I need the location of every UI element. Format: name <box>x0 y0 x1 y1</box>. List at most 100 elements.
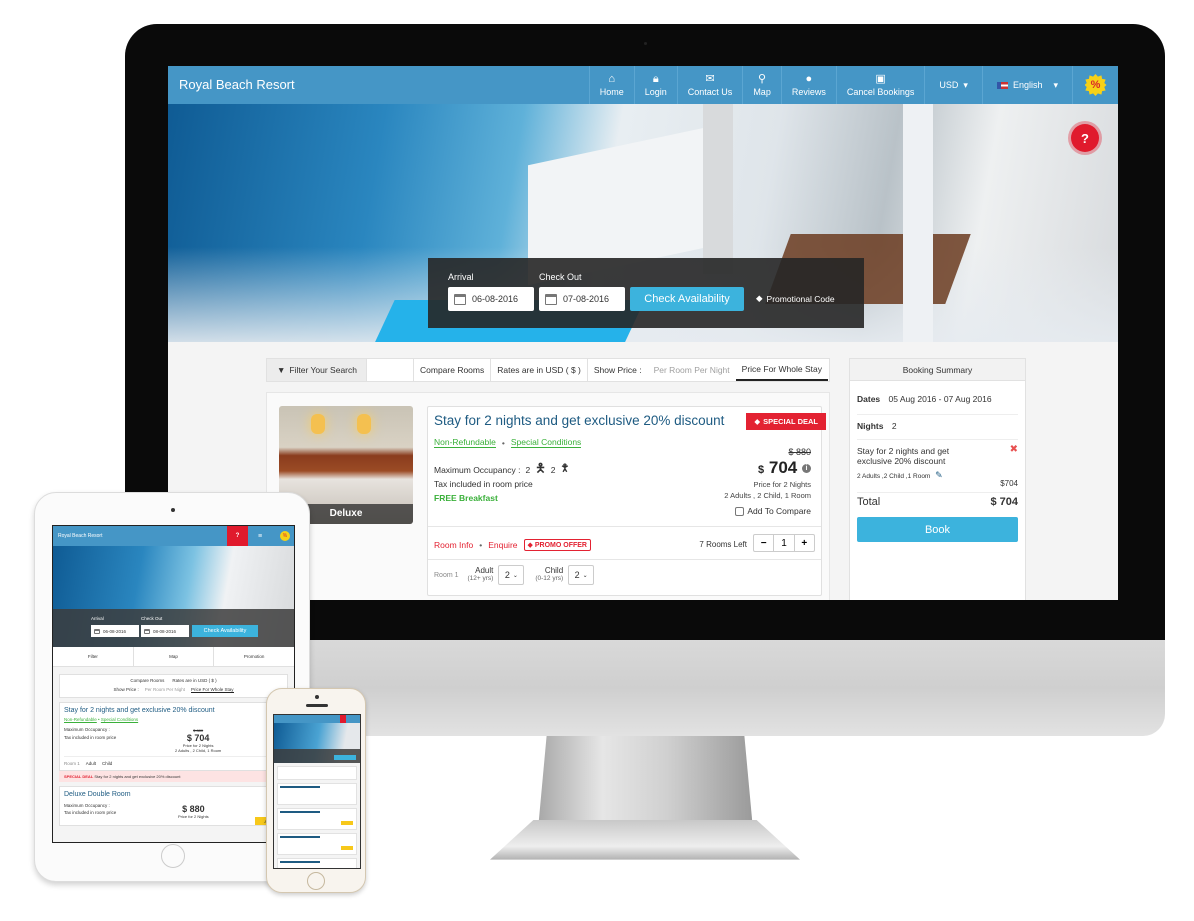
deal-panel: Stay for 2 nights and get exclusive 20% … <box>427 406 826 596</box>
remove-icon[interactable]: ✖ <box>1010 444 1018 455</box>
edit-icon[interactable]: ✎ <box>935 470 943 480</box>
guest-summary: 2 Adults , 2 Child, 1 Room <box>724 491 811 500</box>
tablet-tab-filter[interactable]: Filter <box>53 647 134 666</box>
child-count-select[interactable]: 2 ⌄ <box>568 565 595 585</box>
tablet-room-card: Stay for 2 nights and get exclusive 20% … <box>59 702 288 771</box>
tablet-adult-select[interactable]: Adult <box>86 761 96 766</box>
deal-title[interactable]: Stay for 2 nights and get exclusive 20% … <box>434 413 724 428</box>
room-number-label: Room 1 <box>434 571 459 579</box>
increment-button[interactable]: + <box>795 535 814 551</box>
phone-room-card <box>277 808 357 830</box>
promo-offer-badge[interactable]: ◆ PROMO OFFER <box>523 539 591 551</box>
checkout-date-input[interactable]: 07-08-2016 <box>539 287 625 311</box>
check-availability-button[interactable]: Check Availability <box>630 287 744 311</box>
arrival-date-input[interactable]: 06-08-2016 <box>448 287 534 311</box>
us-flag-icon <box>996 81 1008 89</box>
tablet-tab-per-room[interactable]: Per Room Per Night <box>145 687 185 693</box>
phone-room-title <box>280 836 320 838</box>
imac-stand-foot <box>490 820 800 860</box>
promotional-code-link[interactable]: ◆ Promotional Code <box>756 293 835 304</box>
tablet-brand[interactable]: Royal Beach Resort <box>58 533 102 539</box>
tablet-promo-badge-icon[interactable]: % <box>280 531 290 541</box>
promo-offer-label: PROMO OFFER <box>534 542 587 549</box>
tablet-checkout-value: 08-08-2016 <box>153 628 177 634</box>
rooms-left: 7 Rooms Left <box>699 540 747 549</box>
tablet-special-deal-text: Stay for 2 nights and get exclusive 20% … <box>94 774 181 779</box>
nav-contact-us[interactable]: ✉ Contact Us <box>676 66 743 104</box>
filter-your-search-button[interactable]: ▼ Filter Your Search <box>267 359 367 381</box>
adults-max: 2 <box>525 464 531 475</box>
tablet-tab-map[interactable]: Map <box>134 647 215 666</box>
tax-note: Tax included in room price <box>434 479 533 489</box>
help-button[interactable]: ? <box>1071 124 1099 152</box>
price-block: $ 880 $ 704 i Price for 2 Nights 2 Adult… <box>724 447 811 516</box>
nav-reviews[interactable]: ● Reviews <box>780 66 836 104</box>
nav-cancel-bookings[interactable]: ▣ Cancel Bookings <box>835 66 925 104</box>
room-info-link[interactable]: Room Info <box>434 540 473 550</box>
room-quantity-stepper[interactable]: − 1 + <box>753 534 815 552</box>
tablet-show-price-label: Show Price : <box>113 687 139 692</box>
tablet-tab-whole-stay[interactable]: Price For Whole Stay <box>191 687 234 693</box>
nav-home[interactable]: ⌂ Home <box>588 66 634 104</box>
phone-room-card <box>277 783 357 805</box>
tablet-special-conditions[interactable]: Special Conditions <box>101 717 138 722</box>
quantity-value[interactable]: 1 <box>774 535 795 551</box>
decrement-button[interactable]: − <box>754 535 775 551</box>
desktop-screen: Royal Beach Resort ⌂ Home 🔒︎ Login ✉ Con… <box>168 66 1118 600</box>
imac-camera <box>644 42 647 45</box>
calendar-icon <box>94 628 100 634</box>
rates-currency-label: Rates are in USD ( $ ) <box>491 359 588 381</box>
child-icon: 🯆 <box>560 463 570 474</box>
adult-count-select[interactable]: 2 ⌄ <box>498 565 525 585</box>
hero-pillar-shape <box>703 104 733 274</box>
adult-icon: 🯅 <box>535 461 546 475</box>
enquire-link[interactable]: Enquire <box>488 540 517 550</box>
tablet-checkout-input[interactable]: 08-08-2016 <box>141 625 189 637</box>
nav-label: Map <box>753 87 771 97</box>
tablet-checkout-label: Check Out <box>141 616 163 621</box>
tab-per-room-per-night[interactable]: Per Room Per Night <box>648 359 736 381</box>
compare-rooms-button[interactable]: Compare Rooms <box>414 359 492 381</box>
summary-total: Total $ 704 <box>857 493 1018 511</box>
language-dropdown[interactable]: English ▾ <box>981 66 1072 104</box>
nav-login[interactable]: 🔒︎ Login <box>633 66 677 104</box>
nav-label: Login <box>644 87 667 97</box>
tablet-non-refundable[interactable]: Non-Refundable <box>64 717 97 722</box>
tablet-help-button[interactable]: ? <box>227 526 248 546</box>
dates-value: 05 Aug 2016 - 07 Aug 2016 <box>888 394 992 404</box>
info-icon[interactable]: i <box>802 464 811 474</box>
nav-map[interactable]: ⚲ Map <box>742 66 781 104</box>
phone-screen <box>273 714 361 869</box>
tablet-check-availability-button[interactable]: Check Availability <box>192 625 258 637</box>
promotion-button[interactable]: % <box>1072 66 1118 104</box>
free-breakfast: FREE Breakfast <box>434 493 498 503</box>
adult-count-value: 2 <box>504 570 510 580</box>
nav-menu: ⌂ Home 🔒︎ Login ✉ Contact Us ⚲ Map ● Rev… <box>588 66 1118 104</box>
phone-speaker <box>306 704 328 707</box>
checkout-label: Check Out <box>539 272 582 282</box>
availability-search-box: Arrival Check Out 06-08-2016 07-08-2016 … <box>428 258 864 328</box>
special-conditions-link[interactable]: Special Conditions <box>510 437 582 448</box>
add-to-compare[interactable]: Add To Compare <box>724 506 811 516</box>
tab-price-for-whole-stay[interactable]: Price For Whole Stay <box>735 359 828 381</box>
book-button[interactable]: Book <box>857 517 1018 542</box>
tablet-arrival-input[interactable]: 06-08-2016 <box>91 625 139 637</box>
hamburger-menu-icon[interactable]: ≡ <box>249 526 271 546</box>
children-max: 2 <box>550 464 556 475</box>
compare-checkbox[interactable] <box>735 506 745 516</box>
tablet-room2-title[interactable]: Deluxe Double Room <box>64 791 283 798</box>
tablet-child-select[interactable]: Child <box>102 761 112 766</box>
room-actions: Room Info • Enquire ◆ PROMO OFFER <box>434 539 591 551</box>
tablet-compare-rooms[interactable]: Compare Rooms <box>130 678 164 683</box>
language-value: English <box>1012 80 1043 90</box>
tablet-tab-promotion[interactable]: Promotion <box>214 647 294 666</box>
non-refundable-link[interactable]: Non-Refundable <box>434 437 496 448</box>
tablet-deal-title[interactable]: Stay for 2 nights and get exclusive 20% … <box>64 707 283 714</box>
brand-logo[interactable]: Royal Beach Resort <box>179 77 295 92</box>
booking-summary-title: Booking Summary <box>850 359 1025 381</box>
currency-symbol: $ <box>788 447 794 457</box>
nav-label: Home <box>599 87 624 97</box>
percent-badge-icon: % <box>1084 74 1107 96</box>
special-deal-ribbon: ◆ SPECIAL DEAL <box>746 413 826 430</box>
currency-dropdown[interactable]: USD ▾ <box>924 66 982 104</box>
